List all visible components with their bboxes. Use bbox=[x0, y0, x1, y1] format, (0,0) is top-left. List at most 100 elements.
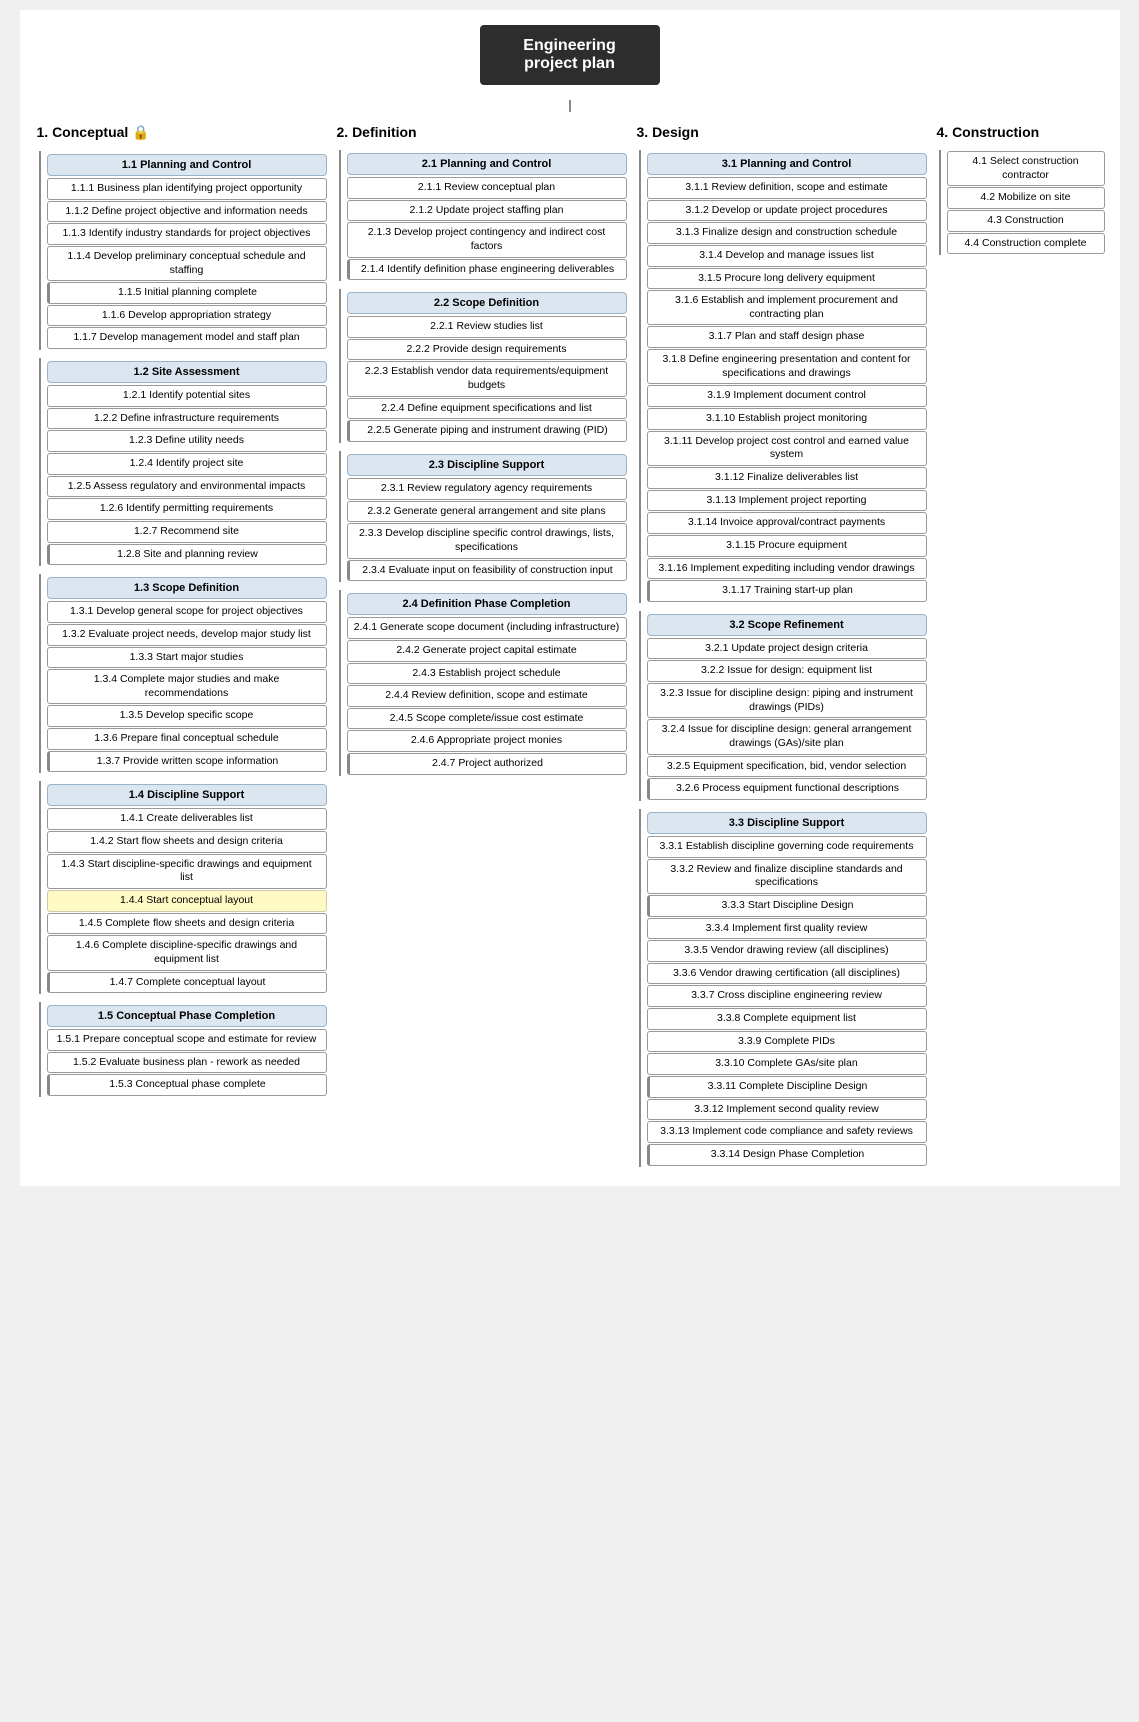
item-2.3.3: 2.3.3 Develop discipline specific contro… bbox=[347, 523, 627, 558]
item-4.4: 4.4 Construction complete bbox=[947, 233, 1105, 255]
item-3.1.10: 3.1.10 Establish project monitoring bbox=[647, 408, 927, 430]
section-2.1: 2.1 Planning and Control2.1.1 Review con… bbox=[339, 150, 627, 281]
item-2.4.2: 2.4.2 Generate project capital estimate bbox=[347, 640, 627, 662]
item-3.3.3: 3.3.3 Start Discipline Design bbox=[647, 895, 927, 917]
item-3.3.6: 3.3.6 Vendor drawing certification (all … bbox=[647, 963, 927, 985]
item-1.1.7: 1.1.7 Develop management model and staff… bbox=[47, 327, 327, 349]
item-2.2.1: 2.2.1 Review studies list bbox=[347, 316, 627, 338]
phase-header-4: 4. Construction bbox=[935, 120, 1105, 144]
item-1.3.3: 1.3.3 Start major studies bbox=[47, 647, 327, 669]
item-1.4.6: 1.4.6 Complete discipline-specific drawi… bbox=[47, 935, 327, 970]
item-1.1.1: 1.1.1 Business plan identifying project … bbox=[47, 178, 327, 200]
item-1.1.5: 1.1.5 Initial planning complete bbox=[47, 282, 327, 304]
item-3.1.7: 3.1.7 Plan and staff design phase bbox=[647, 326, 927, 348]
item-3.3.13: 3.3.13 Implement code compliance and saf… bbox=[647, 1121, 927, 1143]
section-header-1.5: 1.5 Conceptual Phase Completion bbox=[47, 1005, 327, 1027]
section-2.4: 2.4 Definition Phase Completion2.4.1 Gen… bbox=[339, 590, 627, 775]
item-3.3.1: 3.3.1 Establish discipline governing cod… bbox=[647, 836, 927, 858]
item-2.4.6: 2.4.6 Appropriate project monies bbox=[347, 730, 627, 752]
section-3.2: 3.2 Scope Refinement3.2.1 Update project… bbox=[639, 611, 927, 801]
item-2.1.2: 2.1.2 Update project staffing plan bbox=[347, 200, 627, 222]
section-2.3: 2.3 Discipline Support2.3.1 Review regul… bbox=[339, 451, 627, 582]
item-3.1.14: 3.1.14 Invoice approval/contract payment… bbox=[647, 512, 927, 534]
item-3.2.5: 3.2.5 Equipment specification, bid, vend… bbox=[647, 756, 927, 778]
phase-header-2: 2. Definition bbox=[335, 120, 627, 144]
item-1.4.7: 1.4.7 Complete conceptual layout bbox=[47, 972, 327, 994]
item-3.2.2: 3.2.2 Issue for design: equipment list bbox=[647, 660, 927, 682]
section-header-2.4: 2.4 Definition Phase Completion bbox=[347, 593, 627, 615]
item-3.2.6: 3.2.6 Process equipment functional descr… bbox=[647, 778, 927, 800]
section-header-1.2: 1.2 Site Assessment bbox=[47, 361, 327, 383]
item-3.1.13: 3.1.13 Implement project reporting bbox=[647, 490, 927, 512]
item-3.2.4: 3.2.4 Issue for discipline design: gener… bbox=[647, 719, 927, 754]
item-3.1.4: 3.1.4 Develop and manage issues list bbox=[647, 245, 927, 267]
item-3.1.3: 3.1.3 Finalize design and construction s… bbox=[647, 222, 927, 244]
item-3.1.15: 3.1.15 Procure equipment bbox=[647, 535, 927, 557]
item-3.1.2: 3.1.2 Develop or update project procedur… bbox=[647, 200, 927, 222]
section-1.2: 1.2 Site Assessment1.2.1 Identify potent… bbox=[39, 358, 327, 566]
item-3.1.12: 3.1.12 Finalize deliverables list bbox=[647, 467, 927, 489]
item-1.1.4: 1.1.4 Develop preliminary conceptual sch… bbox=[47, 246, 327, 281]
item-1.2.3: 1.2.3 Define utility needs bbox=[47, 430, 327, 452]
section-header-3.1: 3.1 Planning and Control bbox=[647, 153, 927, 175]
item-3.3.7: 3.3.7 Cross discipline engineering revie… bbox=[647, 985, 927, 1007]
item-3.3.4: 3.3.4 Implement first quality review bbox=[647, 918, 927, 940]
column-phase-4: 4. Construction 4.1 Select construction c… bbox=[935, 120, 1105, 259]
phase-header-3: 3. Design bbox=[635, 120, 927, 144]
main-title: Engineeringproject plan bbox=[480, 25, 660, 85]
item-1.3.1: 1.3.1 Develop general scope for project … bbox=[47, 601, 327, 623]
item-3.1.11: 3.1.11 Develop project cost control and … bbox=[647, 431, 927, 466]
item-2.4.3: 2.4.3 Establish project schedule bbox=[347, 663, 627, 685]
item-3.2.1: 3.2.1 Update project design criteria bbox=[647, 638, 927, 660]
section-header-2.3: 2.3 Discipline Support bbox=[347, 454, 627, 476]
section-header-1.3: 1.3 Scope Definition bbox=[47, 577, 327, 599]
item-3.3.8: 3.3.8 Complete equipment list bbox=[647, 1008, 927, 1030]
section-1.3: 1.3 Scope Definition1.3.1 Develop genera… bbox=[39, 574, 327, 773]
item-1.5.1: 1.5.1 Prepare conceptual scope and estim… bbox=[47, 1029, 327, 1051]
section-1.5: 1.5 Conceptual Phase Completion1.5.1 Pre… bbox=[39, 1002, 327, 1097]
column-phase-1: 1. Conceptual 🔒 1.1 Planning and Control1… bbox=[35, 120, 327, 1101]
item-1.4.3: 1.4.3 Start discipline-specific drawings… bbox=[47, 854, 327, 889]
columns-wrapper: 1. Conceptual 🔒 1.1 Planning and Control1… bbox=[35, 120, 1105, 1171]
item-1.2.5: 1.2.5 Assess regulatory and environmenta… bbox=[47, 476, 327, 498]
item-3.3.9: 3.3.9 Complete PIDs bbox=[647, 1031, 927, 1053]
item-4.3: 4.3 Construction bbox=[947, 210, 1105, 232]
item-4.2: 4.2 Mobilize on site bbox=[947, 187, 1105, 209]
item-2.4.4: 2.4.4 Review definition, scope and estim… bbox=[347, 685, 627, 707]
item-3.3.12: 3.3.12 Implement second quality review bbox=[647, 1099, 927, 1121]
item-3.3.10: 3.3.10 Complete GAs/site plan bbox=[647, 1053, 927, 1075]
item-3.1.6: 3.1.6 Establish and implement procuremen… bbox=[647, 290, 927, 325]
section-header-2.2: 2.2 Scope Definition bbox=[347, 292, 627, 314]
item-2.2.3: 2.2.3 Establish vendor data requirements… bbox=[347, 361, 627, 396]
item-1.2.7: 1.2.7 Recommend site bbox=[47, 521, 327, 543]
item-2.2.5: 2.2.5 Generate piping and instrument dra… bbox=[347, 420, 627, 442]
item-2.2.2: 2.2.2 Provide design requirements bbox=[347, 339, 627, 361]
section-1.4: 1.4 Discipline Support1.4.1 Create deliv… bbox=[39, 781, 327, 994]
item-3.1.16: 3.1.16 Implement expediting including ve… bbox=[647, 558, 927, 580]
item-1.2.1: 1.2.1 Identify potential sites bbox=[47, 385, 327, 407]
section-1.1: 1.1 Planning and Control1.1.1 Business p… bbox=[39, 151, 327, 350]
item-2.1.3: 2.1.3 Develop project contingency and in… bbox=[347, 222, 627, 257]
item-3.1.9: 3.1.9 Implement document control bbox=[647, 385, 927, 407]
item-1.3.5: 1.3.5 Develop specific scope bbox=[47, 705, 327, 727]
item-1.3.4: 1.3.4 Complete major studies and make re… bbox=[47, 669, 327, 704]
section-2.2: 2.2 Scope Definition2.2.1 Review studies… bbox=[339, 289, 627, 443]
section-4-items: 4.1 Select construction contractor4.2 Mo… bbox=[939, 150, 1105, 255]
item-1.5.3: 1.5.3 Conceptual phase complete bbox=[47, 1074, 327, 1096]
item-2.4.1: 2.4.1 Generate scope document (including… bbox=[347, 617, 627, 639]
item-1.3.7: 1.3.7 Provide written scope information bbox=[47, 751, 327, 773]
section-3.3: 3.3 Discipline Support3.3.1 Establish di… bbox=[639, 809, 927, 1167]
item-3.1.5: 3.1.5 Procure long delivery equipment bbox=[647, 268, 927, 290]
item-1.4.1: 1.4.1 Create deliverables list bbox=[47, 808, 327, 830]
item-3.3.2: 3.3.2 Review and finalize discipline sta… bbox=[647, 859, 927, 894]
item-1.2.6: 1.2.6 Identify permitting requirements bbox=[47, 498, 327, 520]
item-1.4.4: 1.4.4 Start conceptual layout bbox=[47, 890, 327, 912]
item-2.2.4: 2.2.4 Define equipment specifications an… bbox=[347, 398, 627, 420]
column-phase-3: 3. Design3.1 Planning and Control3.1.1 R… bbox=[635, 120, 927, 1171]
item-3.1.8: 3.1.8 Define engineering presentation an… bbox=[647, 349, 927, 384]
item-2.1.4: 2.1.4 Identify definition phase engineer… bbox=[347, 259, 627, 281]
phase-header-1: 1. Conceptual 🔒 bbox=[35, 120, 327, 145]
item-2.3.4: 2.3.4 Evaluate input on feasibility of c… bbox=[347, 560, 627, 582]
column-phase-2: 2. Definition 2.1 Planning and Control2.1… bbox=[335, 120, 627, 780]
item-1.1.6: 1.1.6 Develop appropriation strategy bbox=[47, 305, 327, 327]
